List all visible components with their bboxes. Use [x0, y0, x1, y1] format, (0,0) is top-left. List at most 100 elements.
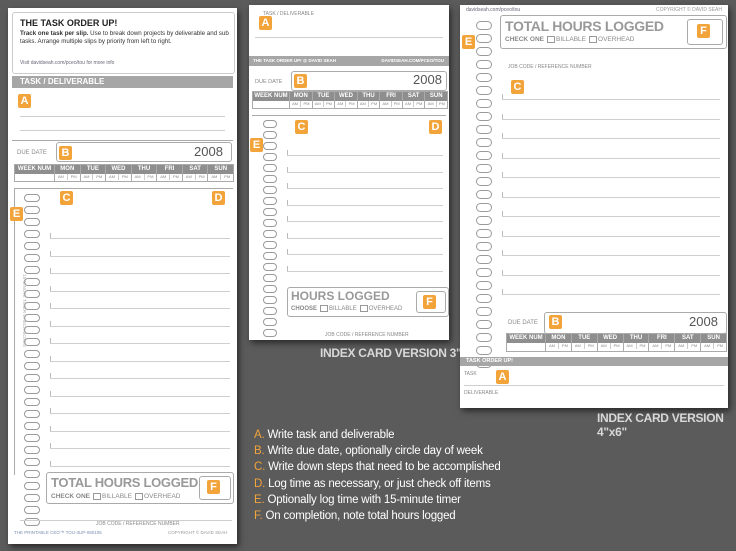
- day-sun[interactable]: SUN AM PM: [701, 334, 727, 351]
- step-line[interactable]: [50, 290, 230, 292]
- task-order-bar: TASK ORDER UP!: [460, 357, 728, 366]
- legend-item: B. Write due date, optionally circle day…: [254, 445, 483, 458]
- day-thu[interactable]: THU AM PM: [131, 165, 158, 181]
- timer-checkboxes[interactable]: [24, 194, 40, 526]
- step-line[interactable]: [50, 430, 230, 432]
- badge-f: F: [697, 24, 710, 38]
- step-line[interactable]: [287, 204, 443, 206]
- step-line[interactable]: [502, 294, 720, 295]
- step-line[interactable]: [502, 235, 720, 237]
- step-line[interactable]: [50, 308, 230, 309]
- step-tick: [50, 233, 51, 238]
- job-code-label: JOB CODE / REFERENCE NUMBER: [508, 64, 592, 70]
- card3-copyright: COPYRIGHT © DAVID SEAH: [655, 7, 722, 13]
- step-line[interactable]: [287, 171, 443, 173]
- due-label: DUE DATE: [255, 79, 283, 85]
- step-tick: [50, 390, 51, 396]
- step-line[interactable]: [287, 188, 443, 189]
- badge-e: E: [10, 207, 23, 221]
- day-wed[interactable]: WED AM PM: [106, 165, 132, 181]
- check-one-row: CHECK ONE BILLABLE OVERHEAD: [51, 493, 181, 501]
- task-line: [464, 385, 724, 386]
- day-wed[interactable]: WED AM PM: [335, 92, 358, 108]
- step-line[interactable]: [287, 254, 443, 255]
- step-line[interactable]: [50, 448, 230, 449]
- day-tue[interactable]: TUE AM PM: [312, 92, 336, 108]
- step-line[interactable]: [50, 325, 230, 327]
- step-line[interactable]: [50, 465, 230, 467]
- step-tick: [502, 289, 503, 294]
- index-card-3x5: A TASK / DELIVERABLE THE TASK ORDER UP! …: [249, 5, 449, 340]
- step-line[interactable]: [50, 413, 230, 414]
- step-line[interactable]: [50, 255, 230, 257]
- badge-b: B: [294, 74, 307, 88]
- day-tue[interactable]: TUE AM PM: [80, 165, 107, 181]
- deliverable-line: [255, 37, 443, 38]
- slip-title: THE TASK ORDER UP!: [20, 18, 118, 28]
- due-label: DUE DATE: [508, 320, 538, 326]
- day-fri[interactable]: FRI AM PM: [157, 165, 183, 181]
- step-tick: [287, 232, 288, 238]
- step-line[interactable]: [50, 238, 230, 239]
- day-sat[interactable]: SAT AM PM: [182, 165, 209, 181]
- day-sat[interactable]: SAT AM PM: [402, 92, 426, 108]
- day-wed[interactable]: WED AM PM: [597, 334, 624, 351]
- step-line[interactable]: [502, 177, 720, 178]
- step-line[interactable]: [502, 157, 720, 159]
- step-line[interactable]: [50, 360, 230, 362]
- intro-box: THE TASK ORDER UP! Track one task per sl…: [12, 12, 235, 74]
- billable-checkbox[interactable]: [320, 305, 329, 312]
- step-line[interactable]: [50, 343, 230, 344]
- badge-e: E: [462, 35, 475, 49]
- legend: A. Write task and deliverable B. Write d…: [254, 427, 501, 524]
- step-line[interactable]: [287, 221, 443, 222]
- step-tick: [287, 199, 288, 205]
- week-num-label: WEEK NUM: [15, 165, 54, 174]
- step-tick: [50, 338, 51, 343]
- step-tick: [50, 373, 51, 378]
- visit-link[interactable]: Visit davidseah.com/pceo/tou for more in…: [20, 60, 114, 66]
- total-hours-box: TOTAL HOURS LOGGED CHECK ONE BILLABLE OVER…: [46, 472, 234, 504]
- step-line[interactable]: [287, 155, 443, 156]
- step-line[interactable]: [502, 255, 720, 256]
- step-line[interactable]: [50, 378, 230, 379]
- step-line[interactable]: [502, 196, 720, 198]
- step-line[interactable]: [50, 395, 230, 397]
- day-mon[interactable]: MON AM PM: [546, 334, 572, 351]
- step-tick: [50, 425, 51, 431]
- overhead-checkbox[interactable]: [359, 305, 368, 312]
- timer-checkboxes[interactable]: [263, 120, 277, 340]
- badge-a: A: [18, 94, 31, 108]
- day-sun[interactable]: SUN AM PM: [425, 92, 448, 108]
- day-fri[interactable]: FRI AM PM: [380, 92, 403, 108]
- billable-checkbox[interactable]: [93, 493, 102, 500]
- badge-c: C: [60, 191, 73, 205]
- overhead-checkbox[interactable]: [589, 36, 598, 43]
- step-line[interactable]: [502, 216, 720, 217]
- step-tick: [50, 460, 51, 466]
- step-line[interactable]: [287, 237, 443, 239]
- overhead-checkbox[interactable]: [135, 493, 144, 500]
- day-mon[interactable]: MON AM PM: [55, 165, 81, 181]
- step-tick: [287, 166, 288, 172]
- timer-checkboxes[interactable]: [476, 21, 492, 368]
- billable-checkbox[interactable]: [547, 36, 556, 43]
- step-tick: [287, 249, 288, 254]
- card2-bar: THE TASK ORDER UP! @ DAVID SEAH DAVIDSEA…: [249, 56, 449, 66]
- day-fri[interactable]: FRI AM PM: [649, 334, 676, 351]
- day-sun[interactable]: SUN AM PM: [208, 165, 234, 181]
- day-mon[interactable]: MON AM PM: [290, 92, 313, 108]
- step-line[interactable]: [502, 138, 720, 139]
- day-sat[interactable]: SAT AM PM: [675, 334, 702, 351]
- step-line[interactable]: [502, 99, 720, 100]
- step-line[interactable]: [502, 274, 720, 276]
- badge-f: F: [207, 480, 220, 494]
- step-line[interactable]: [50, 273, 230, 274]
- day-thu[interactable]: THU AM PM: [357, 92, 381, 108]
- step-line[interactable]: [287, 270, 443, 272]
- day-tue[interactable]: TUE AM PM: [571, 334, 598, 351]
- due-label: DUE DATE: [17, 150, 47, 156]
- step-line[interactable]: [502, 118, 720, 120]
- day-thu[interactable]: THU AM PM: [623, 334, 650, 351]
- legend-item: C. Write down steps that need to be acco…: [254, 461, 501, 474]
